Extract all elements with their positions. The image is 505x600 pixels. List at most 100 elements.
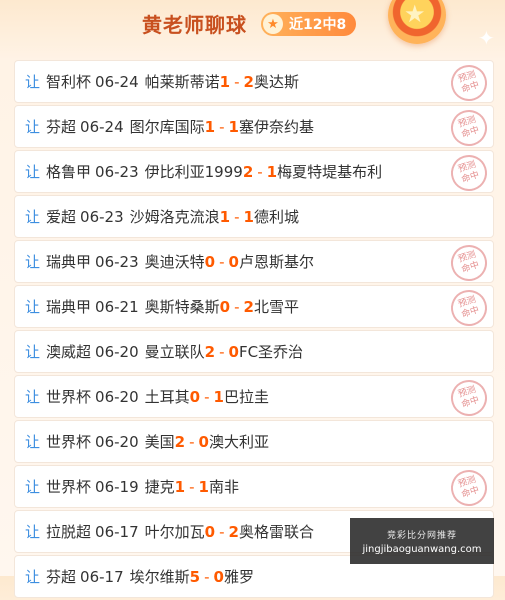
away-score: 0 — [228, 342, 239, 361]
home-team: 曼立联队 — [144, 343, 205, 361]
away-score: 1 — [198, 477, 209, 496]
match-league: 拉脱超 — [46, 523, 92, 541]
away-team: 雅罗 — [223, 568, 254, 586]
home-score: 0 — [189, 387, 201, 406]
home-team: 沙姆洛克流浪 — [129, 208, 220, 226]
match-league: 芬超 — [46, 568, 77, 586]
score-separator: - — [219, 342, 225, 361]
match-row[interactable]: 让爱超 06-23 沙姆洛克流浪 1-1 德利城 — [14, 195, 494, 238]
score-separator: - — [234, 72, 240, 91]
match-row[interactable]: 让瑞典甲 06-23 奥迪沃特 0-0 卢恩斯基尔 预测 命中 — [14, 240, 494, 286]
home-score: 0 — [219, 297, 231, 316]
prediction-hit-stamp: 预测 命中 — [446, 375, 492, 421]
match-league: 瑞典甲 — [46, 298, 92, 316]
home-score: 0 — [204, 252, 216, 271]
home-team: 叶尔加瓦 — [144, 523, 205, 541]
away-score: 0 — [213, 567, 224, 586]
match-league: 芬超 — [46, 118, 77, 136]
match-row[interactable]: 让瑞典甲 06-21 奥斯特桑斯 0-2 北雪平 预测 命中 — [14, 285, 494, 331]
rang-label: 让 — [25, 118, 41, 136]
match-row[interactable]: 让世界杯 06-20 美国 2-0 澳大利亚 — [14, 420, 494, 463]
match-row[interactable]: 让芬超 06-24 图尔库国际 1-1 塞伊奈约基 预测 命中 — [14, 105, 494, 151]
match-league: 格鲁甲 — [46, 163, 92, 181]
match-league: 瑞典甲 — [46, 253, 92, 271]
prediction-hit-stamp: 预测 命中 — [446, 60, 492, 106]
match-row[interactable]: 让澳威超 06-20 曼立联队 2-0 FC圣乔治 — [14, 330, 494, 373]
match-row[interactable]: 让世界杯 06-20 土耳其 0-1 巴拉圭 预测 命中 — [14, 375, 494, 421]
prediction-hit-stamp: 预测 命中 — [446, 150, 492, 196]
away-team: 南非 — [208, 478, 239, 496]
match-date: 06-23 — [95, 162, 139, 181]
star-icon: ★ — [263, 14, 283, 34]
home-score: 1 — [204, 117, 216, 136]
away-team: 梅夏特堤基布利 — [277, 163, 383, 181]
home-team: 奥斯特桑斯 — [144, 298, 220, 316]
match-league: 世界杯 — [46, 388, 92, 406]
home-score: 1 — [174, 477, 186, 496]
score-separator: - — [219, 522, 225, 541]
rang-label: 让 — [25, 298, 41, 316]
match-row[interactable]: 让世界杯 06-19 捷克 1-1 南非 预测 命中 — [14, 465, 494, 511]
home-score: 0 — [204, 522, 216, 541]
prediction-hit-stamp: 预测 命中 — [446, 465, 492, 511]
match-row[interactable]: 让智利杯 06-24 帕莱斯蒂诺 1-2 奥达斯 预测 命中 — [14, 60, 494, 106]
rang-label: 让 — [25, 343, 41, 361]
match-date: 06-20 — [95, 342, 139, 361]
header: 黄老师聊球 ★ 近12中8 ★ ✦ — [0, 0, 505, 52]
away-team: 德利城 — [253, 208, 299, 226]
home-team: 埃尔维斯 — [129, 568, 190, 586]
record-badge-label: 近12中8 — [289, 17, 347, 33]
away-score: 0 — [228, 252, 239, 271]
home-score: 2 — [204, 342, 216, 361]
prediction-hit-stamp: 预测 命中 — [446, 105, 492, 151]
prediction-hit-stamp: 预测 命中 — [446, 240, 492, 286]
match-date: 06-20 — [95, 432, 139, 451]
score-separator: - — [189, 477, 195, 496]
away-team: 塞伊奈约基 — [238, 118, 314, 136]
home-team: 奥迪沃特 — [144, 253, 205, 271]
rang-label: 让 — [25, 208, 41, 226]
away-score: 2 — [243, 297, 254, 316]
prediction-hit-stamp: 预测 命中 — [446, 285, 492, 331]
match-league: 智利杯 — [46, 73, 92, 91]
home-team: 伊比利亚1999 — [144, 163, 243, 181]
match-date: 06-17 — [80, 567, 124, 586]
away-team: 奥达斯 — [253, 73, 299, 91]
record-badge[interactable]: ★ 近12中8 — [261, 12, 356, 36]
rang-label: 让 — [25, 478, 41, 496]
match-league: 世界杯 — [46, 478, 92, 496]
home-score: 2 — [242, 162, 254, 181]
match-league: 澳威超 — [46, 343, 92, 361]
match-date: 06-24 — [80, 117, 124, 136]
home-score: 1 — [219, 72, 231, 91]
score-separator: - — [234, 207, 240, 226]
home-team: 帕莱斯蒂诺 — [144, 73, 220, 91]
away-team: FC圣乔治 — [238, 343, 304, 361]
match-row[interactable]: 让格鲁甲 06-23 伊比利亚1999 2-1 梅夏特堤基布利 预测 命中 — [14, 150, 494, 196]
rang-label: 让 — [25, 523, 41, 541]
match-date: 06-24 — [95, 72, 139, 91]
match-date: 06-21 — [95, 297, 139, 316]
rang-label: 让 — [25, 163, 41, 181]
match-date: 06-19 — [95, 477, 139, 496]
medal-star-icon: ★ — [404, 0, 426, 28]
rang-label: 让 — [25, 388, 41, 406]
rang-label: 让 — [25, 568, 41, 586]
away-team: 巴拉圭 — [223, 388, 269, 406]
away-score: 0 — [198, 432, 209, 451]
match-date: 06-20 — [95, 387, 139, 406]
home-team: 捷克 — [144, 478, 175, 496]
home-team: 美国 — [144, 433, 175, 451]
watermark-line2: jingjibaoguanwang.com — [362, 543, 482, 555]
match-date: 06-23 — [80, 207, 124, 226]
watermark: 竞彩比分网推荐 jingjibaoguanwang.com — [350, 518, 494, 564]
rang-label: 让 — [25, 433, 41, 451]
score-separator: - — [219, 252, 225, 271]
away-score: 1 — [228, 117, 239, 136]
rang-label: 让 — [25, 253, 41, 271]
score-separator: - — [189, 432, 195, 451]
home-team: 图尔库国际 — [129, 118, 205, 136]
away-score: 2 — [243, 72, 254, 91]
away-team: 卢恩斯基尔 — [238, 253, 314, 271]
away-team: 澳大利亚 — [208, 433, 269, 451]
